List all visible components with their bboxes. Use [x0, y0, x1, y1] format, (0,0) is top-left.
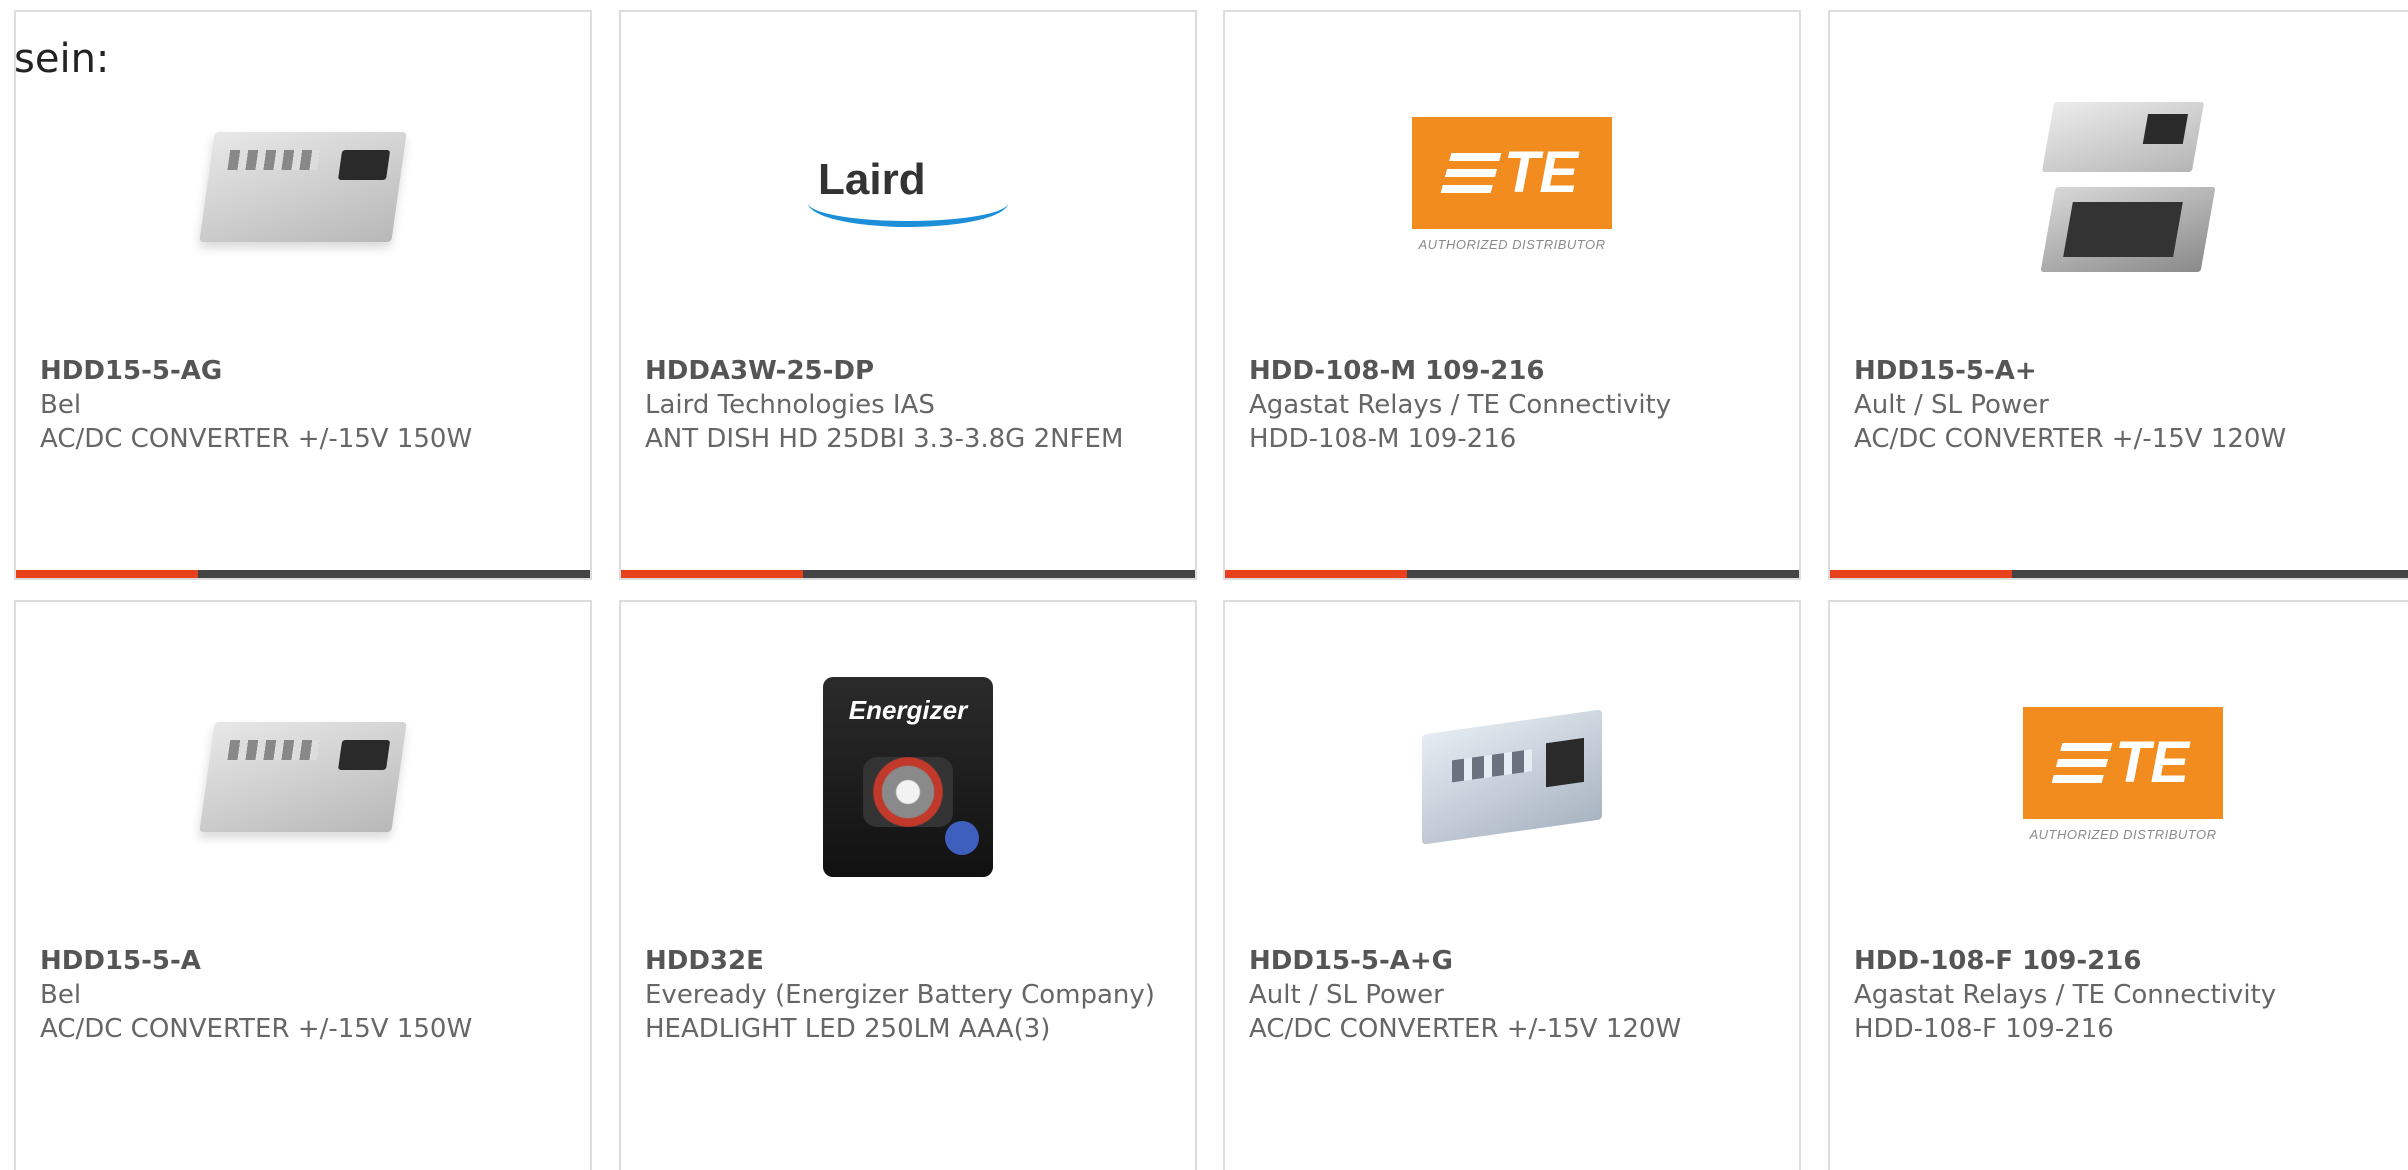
- product-card[interactable]: HDD15-5-AG Bel AC/DC CONVERTER +/-15V 15…: [14, 10, 592, 580]
- product-card[interactable]: HDD15-5-A+ Ault / SL Power AC/DC CONVERT…: [1828, 10, 2408, 580]
- open-frame-power-supply-image: [2028, 92, 2218, 282]
- manufacturer: Laird Technologies IAS: [645, 390, 935, 420]
- card-bottom-bar: [1225, 570, 1799, 578]
- description: AC/DC CONVERTER +/-15V 120W: [1249, 1014, 1682, 1044]
- description: HEADLIGHT LED 250LM AAA(3): [645, 1014, 1051, 1044]
- manufacturer: Agastat Relays / TE Connectivity: [1249, 390, 1672, 420]
- part-number[interactable]: HDD-108-M 109-216: [1249, 354, 1775, 388]
- description: AC/DC CONVERTER +/-15V 150W: [40, 1014, 473, 1044]
- part-number[interactable]: HDD32E: [645, 944, 1171, 978]
- power-supply-image: [199, 722, 407, 832]
- te-connectivity-logo: TE AUTHORIZED DISTRIBUTOR: [1412, 117, 1612, 257]
- description: ANT DISH HD 25DBI 3.3-3.8G 2NFEM: [645, 424, 1124, 454]
- manufacturer: Bel: [40, 390, 82, 420]
- product-image[interactable]: [1412, 672, 1612, 882]
- part-number[interactable]: HDD15-5-A: [40, 944, 566, 978]
- te-connectivity-logo: TE AUTHORIZED DISTRIBUTOR: [2023, 707, 2223, 847]
- power-supply-image: [199, 132, 407, 242]
- part-number[interactable]: HDDA3W-25-DP: [645, 354, 1171, 388]
- card-bottom-bar: [16, 570, 590, 578]
- product-image[interactable]: [2023, 82, 2223, 292]
- intro-text: sein:: [14, 36, 110, 82]
- manufacturer: Eveready (Energizer Battery Company): [645, 980, 1155, 1010]
- logo-text: Energizer: [848, 695, 968, 725]
- product-card[interactable]: HDD15-5-A+G Ault / SL Power AC/DC CONVER…: [1223, 600, 1801, 1170]
- product-card[interactable]: Laird HDDA3W-25-DP Laird Technologies IA…: [619, 10, 1197, 580]
- product-card[interactable]: TE AUTHORIZED DISTRIBUTOR HDD-108-F 109-…: [1828, 600, 2408, 1170]
- product-image[interactable]: [199, 672, 407, 882]
- description: AC/DC CONVERTER +/-15V 120W: [1854, 424, 2287, 454]
- product-image[interactable]: TE AUTHORIZED DISTRIBUTOR: [2023, 672, 2223, 882]
- energizer-headlight-image: Energizer: [823, 677, 993, 877]
- logo-caption: AUTHORIZED DISTRIBUTOR: [1418, 237, 1606, 252]
- product-image[interactable]: [199, 82, 407, 292]
- part-number[interactable]: HDD15-5-A+G: [1249, 944, 1775, 978]
- product-card[interactable]: HDD15-5-A Bel AC/DC CONVERTER +/-15V 150…: [14, 600, 592, 1170]
- manufacturer: Bel: [40, 980, 82, 1010]
- card-bottom-bar: [1830, 570, 2408, 578]
- product-card[interactable]: Energizer HDD32E Eveready (Energizer Bat…: [619, 600, 1197, 1170]
- product-image[interactable]: Laird: [808, 82, 1008, 292]
- manufacturer: Agastat Relays / TE Connectivity: [1854, 980, 2277, 1010]
- part-number[interactable]: HDD15-5-AG: [40, 354, 566, 388]
- power-supply-image: [1422, 709, 1602, 845]
- manufacturer: Ault / SL Power: [1249, 980, 1444, 1010]
- logo-caption: AUTHORIZED DISTRIBUTOR: [2029, 827, 2217, 842]
- card-bottom-bar: [621, 570, 1195, 578]
- logo-text: TE: [2114, 730, 2190, 795]
- product-card[interactable]: TE AUTHORIZED DISTRIBUTOR HDD-108-M 109-…: [1223, 10, 1801, 580]
- manufacturer: Ault / SL Power: [1854, 390, 2049, 420]
- description: HDD-108-F 109-216: [1854, 1014, 2114, 1044]
- description: HDD-108-M 109-216: [1249, 424, 1517, 454]
- logo-text: TE: [1503, 140, 1579, 205]
- laird-logo: Laird: [808, 147, 1008, 227]
- part-number[interactable]: HDD15-5-A+: [1854, 354, 2392, 388]
- description: AC/DC CONVERTER +/-15V 150W: [40, 424, 473, 454]
- logo-text: Laird: [818, 155, 926, 204]
- product-image[interactable]: TE AUTHORIZED DISTRIBUTOR: [1412, 82, 1612, 292]
- product-image[interactable]: Energizer: [808, 672, 1008, 882]
- part-number[interactable]: HDD-108-F 109-216: [1854, 944, 2392, 978]
